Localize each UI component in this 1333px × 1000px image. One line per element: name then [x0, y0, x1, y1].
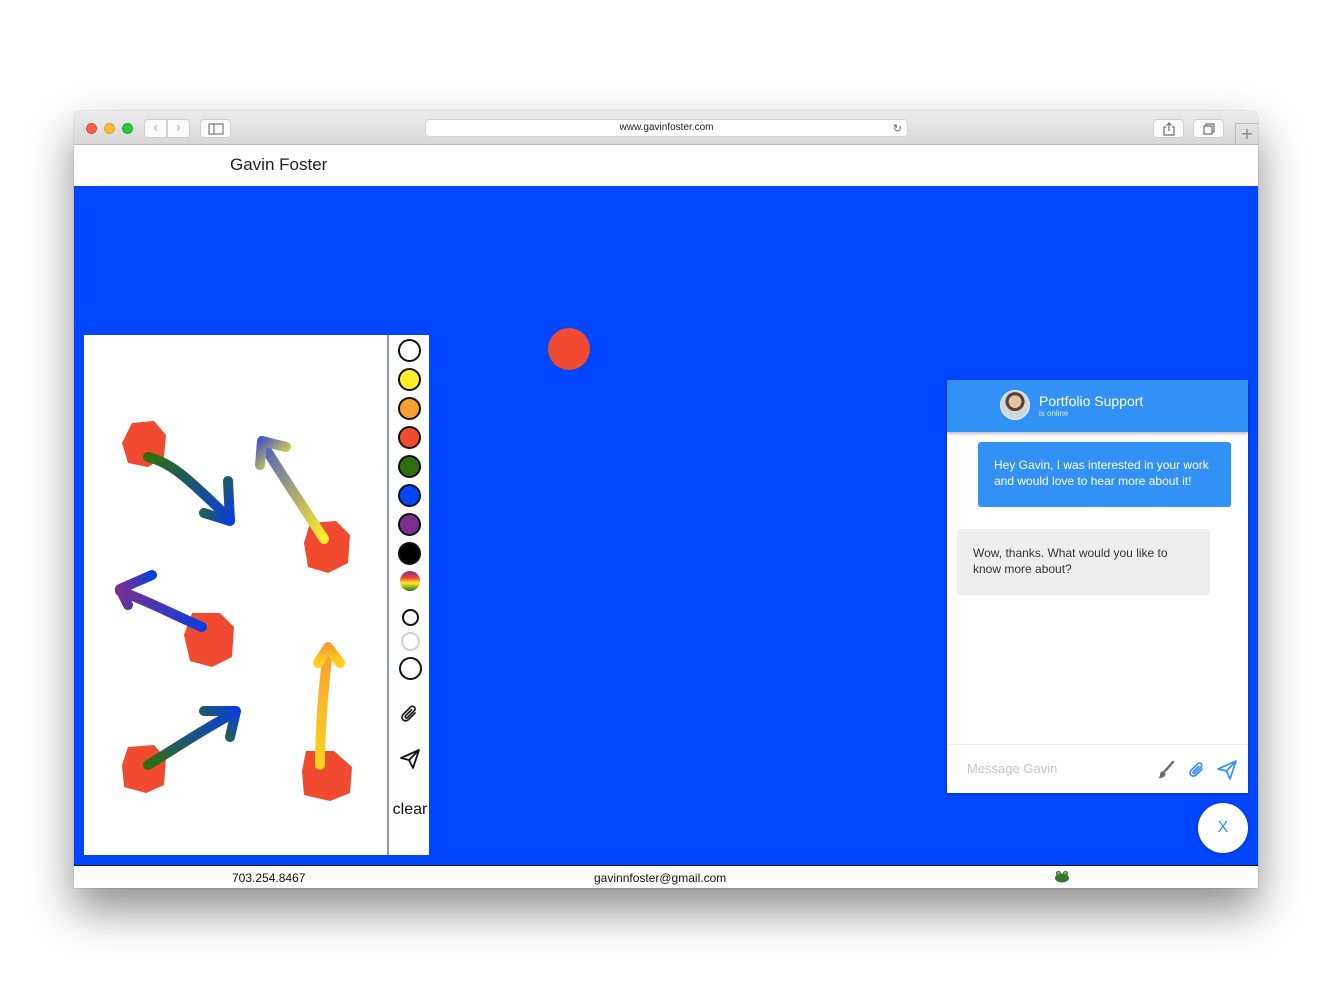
- sidebar-toggle-button[interactable]: [200, 119, 231, 138]
- avatar: [1000, 390, 1030, 420]
- chat-divider: [947, 744, 1248, 745]
- show-tabs-button[interactable]: [1193, 119, 1224, 138]
- frog-icon[interactable]: [1054, 870, 1070, 883]
- send-icon[interactable]: [1216, 759, 1238, 781]
- chevron-right-icon: ›: [175, 120, 182, 136]
- main-stage: clear Portfolio Support is online Hey Ga…: [74, 186, 1258, 865]
- brush-size-medium[interactable]: [401, 632, 420, 651]
- color-swatch-green[interactable]: [398, 455, 421, 478]
- drawing-strokes: [115, 421, 352, 801]
- arrow-stroke: [313, 642, 345, 770]
- brush-size-large[interactable]: [399, 657, 422, 680]
- paperclip-icon[interactable]: [398, 702, 422, 726]
- arrow-stroke: [255, 436, 329, 544]
- color-swatch-orange[interactable]: [398, 397, 421, 420]
- address-bar[interactable]: www.gavinfoster.com ↻: [425, 119, 908, 137]
- chevron-left-icon: ‹: [152, 120, 159, 136]
- arrow-stroke: [115, 570, 207, 632]
- site-name[interactable]: Gavin Foster: [230, 155, 327, 175]
- chat-message-incoming: Wow, thanks. What would you like to know…: [957, 529, 1210, 595]
- arrow-stroke: [143, 452, 235, 526]
- chat-message-input[interactable]: Message Gavin: [967, 761, 1057, 776]
- share-icon: [1162, 122, 1175, 136]
- red-dot: [548, 328, 590, 370]
- brush-icon[interactable]: [1155, 759, 1177, 781]
- chat-header: Portfolio Support is online: [947, 380, 1248, 432]
- browser-toolbar: ‹ › www.gavinfoster.com ↻ +: [74, 111, 1258, 145]
- sidebar-icon: [207, 123, 224, 135]
- color-swatch-blue[interactable]: [398, 484, 421, 507]
- color-swatch-white[interactable]: [398, 339, 421, 362]
- url-text: www.gavinfoster.com: [619, 122, 714, 133]
- browser-window: ‹ › www.gavinfoster.com ↻ + Gavin Foster: [74, 111, 1258, 888]
- reload-icon[interactable]: ↻: [893, 121, 902, 137]
- chat-message-outgoing: Hey Gavin, I was interested in your work…: [978, 442, 1231, 507]
- color-swatch-red[interactable]: [398, 426, 421, 449]
- close-window-button[interactable]: [86, 123, 97, 134]
- drawing-palette: clear: [387, 335, 429, 855]
- tabs-icon: [1202, 123, 1215, 135]
- chat-status: is online: [1039, 409, 1069, 418]
- red-blob: [302, 751, 352, 801]
- color-swatch-yellow[interactable]: [398, 368, 421, 391]
- clear-button[interactable]: clear: [391, 801, 429, 819]
- back-button[interactable]: ‹: [144, 119, 167, 138]
- brush-size-small[interactable]: [402, 609, 419, 626]
- zoom-window-button[interactable]: [122, 123, 133, 134]
- drawing-widget: clear: [84, 335, 429, 855]
- share-button[interactable]: [1153, 119, 1184, 138]
- chat-close-button[interactable]: X: [1198, 803, 1248, 853]
- chat-title: Portfolio Support: [1039, 393, 1144, 409]
- minimize-window-button[interactable]: [104, 123, 115, 134]
- chat-widget: Portfolio Support is online Hey Gavin, I…: [947, 380, 1248, 793]
- site-header: Gavin Foster: [74, 145, 1258, 186]
- color-swatch-black[interactable]: [398, 542, 421, 565]
- color-swatch-rainbow[interactable]: [400, 571, 420, 591]
- red-blob: [304, 521, 350, 573]
- arrow-stroke: [143, 706, 241, 770]
- forward-button[interactable]: ›: [167, 119, 190, 138]
- color-swatch-purple[interactable]: [398, 513, 421, 536]
- drawing-canvas[interactable]: [84, 335, 387, 855]
- footer-phone[interactable]: 703.254.8467: [232, 871, 305, 885]
- paperclip-icon[interactable]: [1186, 759, 1208, 781]
- new-tab-button[interactable]: +: [1235, 123, 1258, 145]
- footer-email[interactable]: gavinnfoster@gmail.com: [594, 871, 726, 885]
- site-footer: 703.254.8467 gavinnfoster@gmail.com: [74, 865, 1258, 888]
- paper-plane-icon[interactable]: [398, 747, 422, 771]
